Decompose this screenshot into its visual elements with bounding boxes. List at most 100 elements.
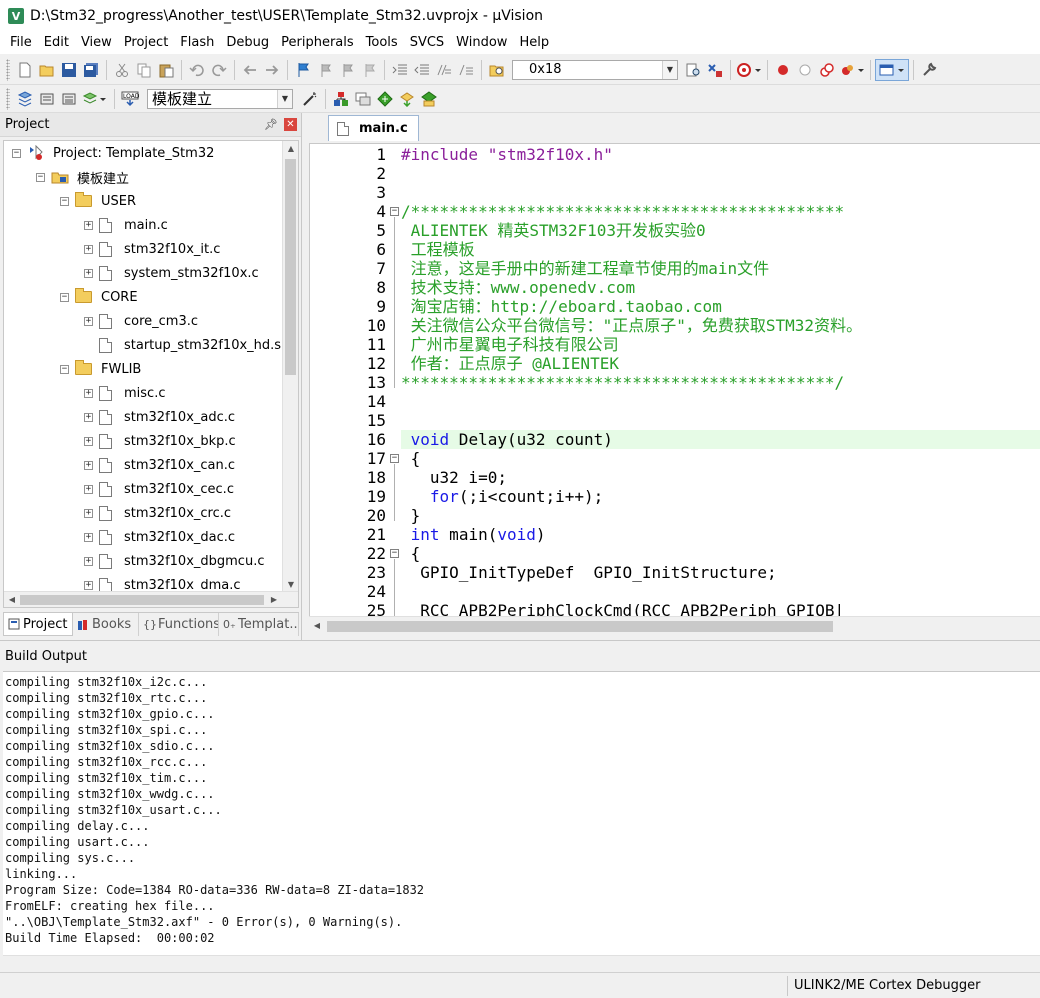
menu-project[interactable]: Project	[118, 32, 174, 54]
scroll-left-icon[interactable]: ◀	[309, 618, 325, 634]
code-line[interactable]: {	[401, 544, 1040, 563]
incremental-find-icon[interactable]	[682, 59, 704, 81]
pack-installer-icon[interactable]	[396, 88, 418, 110]
code-line[interactable]: }	[401, 506, 1040, 525]
expand-icon[interactable]: +	[84, 580, 93, 590]
disable-all-breakpoints-icon[interactable]	[816, 59, 838, 81]
menu-tools[interactable]: Tools	[360, 32, 404, 54]
tree-item-file[interactable]: + stm32f10x_adc.c	[84, 405, 235, 429]
tree-horizontal-scrollbar[interactable]: ◀ ▶	[4, 591, 298, 607]
pin-icon[interactable]: 📌︎	[264, 118, 278, 131]
menu-peripherals[interactable]: Peripherals	[275, 32, 360, 54]
new-file-icon[interactable]	[14, 59, 36, 81]
run-time-environment-icon[interactable]	[418, 88, 440, 110]
menu-edit[interactable]: Edit	[38, 32, 75, 54]
collapse-icon[interactable]: −	[36, 172, 45, 182]
translate-icon[interactable]	[14, 88, 36, 110]
navigate-forward-icon[interactable]	[261, 59, 283, 81]
cut-icon[interactable]	[111, 59, 133, 81]
select-packs-icon[interactable]	[374, 88, 396, 110]
menu-view[interactable]: View	[75, 32, 118, 54]
undo-icon[interactable]	[186, 59, 208, 81]
tree-item-folder[interactable]: − USER	[60, 189, 136, 213]
indent-icon[interactable]	[389, 59, 411, 81]
redo-icon[interactable]	[208, 59, 230, 81]
editor-horizontal-scrollbar[interactable]: ◀	[309, 616, 1040, 634]
find-combo[interactable]: 0x18 ▼	[512, 59, 678, 80]
collapse-icon[interactable]: −	[60, 364, 69, 374]
tree-vertical-scroll-thumb[interactable]	[285, 159, 296, 375]
toolbar-grip[interactable]	[6, 87, 10, 110]
save-icon[interactable]	[58, 59, 80, 81]
tree-item-file[interactable]: + stm32f10x_can.c	[84, 453, 235, 477]
tree-item-file[interactable]: + stm32f10x_crc.c	[84, 501, 231, 525]
build-output-horizontal-scrollbar[interactable]	[3, 955, 1040, 973]
code-line[interactable]	[401, 183, 1040, 202]
expand-icon[interactable]: +	[84, 268, 93, 278]
code-line[interactable]: u32 i=0;	[401, 468, 1040, 487]
code-line[interactable]: 淘宝店铺：http://eboard.taobao.com	[401, 297, 1040, 316]
tree-item-file[interactable]: + stm32f10x_cec.c	[84, 477, 234, 501]
scroll-up-icon[interactable]: ▲	[283, 141, 298, 157]
rebuild-icon[interactable]	[58, 88, 80, 110]
target-select[interactable]: 模板建立 ▼	[147, 88, 293, 109]
tree-item-target[interactable]: − 模板建立	[36, 165, 129, 189]
file-extensions-icon[interactable]	[352, 88, 374, 110]
expand-icon[interactable]: +	[84, 532, 93, 542]
next-bookmark-icon[interactable]	[336, 59, 358, 81]
manage-project-items-icon[interactable]	[330, 88, 352, 110]
code-line[interactable]	[401, 392, 1040, 411]
kill-all-breakpoints-icon[interactable]	[838, 59, 866, 81]
download-load-icon[interactable]: LOAD	[119, 88, 141, 110]
code-line[interactable]	[401, 164, 1040, 183]
tree-item-file[interactable]: + system_stm32f10x.c	[84, 261, 259, 285]
open-file-icon[interactable]	[36, 59, 58, 81]
configure-wrench-icon[interactable]	[918, 59, 940, 81]
tree-item-file[interactable]: + stm32f10x_dbgmcu.c	[84, 549, 264, 573]
toolbar-grip[interactable]	[6, 58, 10, 81]
tree-item-file[interactable]: + core_cm3.c	[84, 309, 198, 333]
code-line[interactable]: 工程模板	[401, 240, 1040, 259]
menu-file[interactable]: File	[4, 32, 38, 54]
project-tree[interactable]: − Project: Template_Stm32− 模板建立 − USER + main.…	[3, 140, 299, 608]
window-layout-icon[interactable]	[875, 58, 909, 81]
clear-bookmarks-icon[interactable]	[358, 59, 380, 81]
tree-item-file[interactable]: startup_stm32f10x_hd.s	[84, 333, 281, 357]
expand-icon[interactable]: +	[84, 556, 93, 566]
code-line[interactable]: void Delay(u32 count)	[401, 430, 1040, 449]
code-line[interactable]: {	[401, 449, 1040, 468]
tab-books[interactable]: Books	[73, 613, 139, 636]
target-options-wand-icon[interactable]	[299, 88, 321, 110]
scroll-right-icon[interactable]: ▶	[266, 592, 282, 607]
menu-svcs[interactable]: SVCS	[404, 32, 450, 54]
tree-item-folder[interactable]: − CORE	[60, 285, 138, 309]
comment-selection-icon[interactable]	[433, 59, 455, 81]
code-line[interactable]: #include "stm32f10x.h"	[401, 145, 1040, 164]
tab-functions[interactable]: {} Functions	[139, 613, 219, 636]
code-line[interactable]: 注意，这是手册中的新建工程章节使用的main文件	[401, 259, 1040, 278]
code-line[interactable]: ****************************************…	[401, 373, 1040, 392]
prev-bookmark-icon[interactable]	[314, 59, 336, 81]
collapse-icon[interactable]: −	[60, 292, 69, 302]
enable-breakpoint-icon[interactable]	[794, 59, 816, 81]
collapse-icon[interactable]: −	[12, 148, 21, 158]
code-line[interactable]: for(;i<count;i++);	[401, 487, 1040, 506]
code-line[interactable]: RCC_APB2PeriphClockCmd(RCC_APB2Periph_GP…	[401, 601, 1040, 616]
collapse-icon[interactable]: −	[60, 196, 69, 206]
code-line[interactable]	[401, 411, 1040, 430]
menu-flash[interactable]: Flash	[174, 32, 220, 54]
chevron-down-icon[interactable]: ▼	[662, 60, 677, 79]
tree-item-project[interactable]: − Project: Template_Stm32	[12, 141, 214, 165]
paste-icon[interactable]	[155, 59, 177, 81]
code-line[interactable]: 作者：正点原子 @ALIENTEK	[401, 354, 1040, 373]
menu-window[interactable]: Window	[450, 32, 513, 54]
find-in-files-icon[interactable]	[486, 59, 508, 81]
build-output-text[interactable]: compiling stm32f10x_i2c.c... compiling st…	[3, 671, 1040, 973]
bookmark-icon[interactable]	[292, 59, 314, 81]
fold-toggle-icon[interactable]: −	[390, 207, 399, 216]
code-line[interactable]: ALIENTEK 精英STM32F103开发板实验0	[401, 221, 1040, 240]
code-line[interactable]: int main(void)	[401, 525, 1040, 544]
code-line[interactable]: 技术支持：www.openedv.com	[401, 278, 1040, 297]
menu-help[interactable]: Help	[513, 32, 555, 54]
tab-project[interactable]: Project	[3, 613, 73, 636]
